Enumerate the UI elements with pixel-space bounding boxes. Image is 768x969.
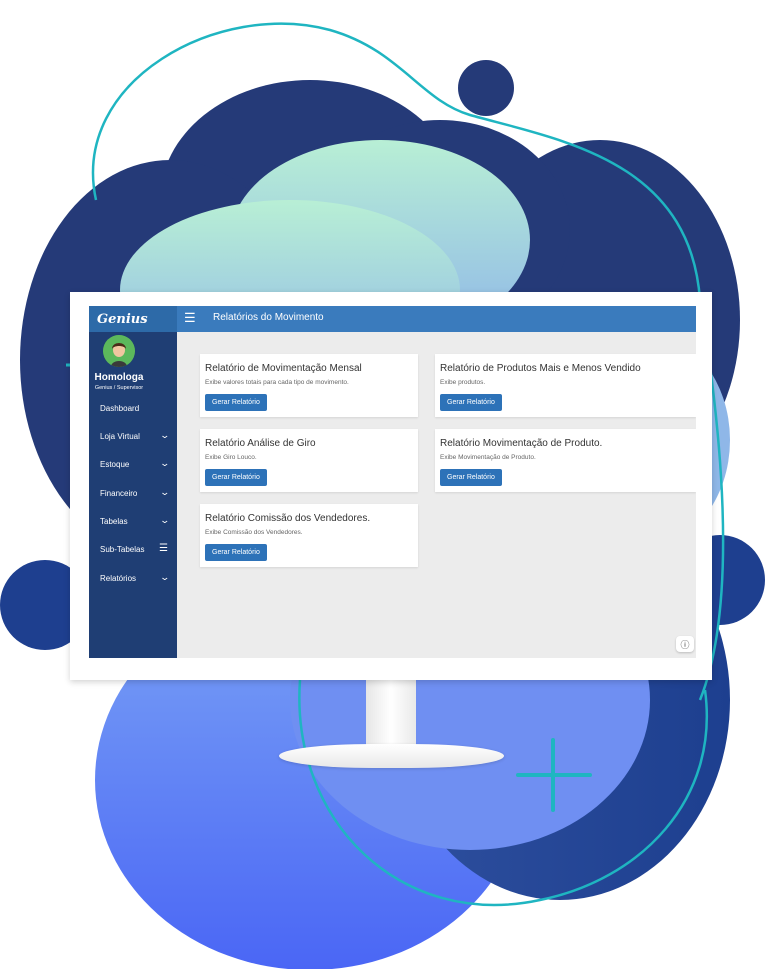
sidebar-item-label: Relatórios — [100, 574, 137, 583]
user-avatar-icon — [103, 335, 135, 367]
report-description: Exibe valores totais para cada tipo de m… — [205, 379, 349, 386]
report-card-analise-giro: Relatório Análise de Giro Exibe Giro Lou… — [200, 429, 418, 492]
report-title: Relatório Análise de Giro — [205, 438, 316, 449]
bars-icon: ☰ — [159, 543, 168, 554]
sidebar-item-label: Loja Virtual — [100, 432, 140, 441]
sidebar-item-estoque[interactable]: Estoque ⌄ — [89, 456, 177, 478]
chevron-down-icon: ⌄ — [159, 572, 171, 582]
report-description: Exibe Giro Louco. — [205, 454, 257, 461]
app-screen: Genius ☰ Relatórios do Movimento Homolog… — [89, 306, 696, 658]
avatar — [103, 335, 135, 367]
sidebar-item-label: Tabelas — [100, 517, 128, 526]
sidebar-item-tabelas[interactable]: Tabelas ⌄ — [89, 513, 177, 535]
sidebar-item-loja-virtual[interactable]: Loja Virtual ⌄ — [89, 428, 177, 450]
sidebar-item-financeiro[interactable]: Financeiro ⌄ — [89, 485, 177, 507]
logo-text: Genius — [97, 311, 148, 327]
report-description: Exibe Comissão dos Vendedores. — [205, 529, 303, 536]
user-name: Homologa — [94, 372, 144, 383]
report-title: Relatório Comissão dos Vendedores. — [205, 513, 371, 524]
report-description: Exibe Movimentação de Produto. — [440, 454, 536, 461]
report-title: Relatório de Produtos Mais e Menos Vendi… — [440, 363, 641, 374]
chevron-down-icon: ⌄ — [159, 515, 171, 525]
generate-report-button[interactable]: Gerar Relatório — [440, 394, 502, 411]
report-card-movimentacao-produto: Relatório Movimentação de Produto. Exibe… — [435, 429, 696, 492]
chevron-down-icon: ⌄ — [159, 458, 171, 468]
logo[interactable]: Genius — [89, 306, 177, 332]
sidebar-item-sub-tabelas[interactable]: Sub-Tabelas ☰ — [89, 541, 177, 563]
sidebar-item-label: Dashboard — [100, 404, 140, 413]
help-icon[interactable]: ⓘ — [676, 636, 694, 652]
page-title: Relatórios do Movimento — [213, 312, 324, 323]
report-card-movimentacao-mensal: Relatório de Movimentação Mensal Exibe v… — [200, 354, 418, 417]
monitor-stand-neck — [366, 680, 416, 750]
generate-report-button[interactable]: Gerar Relatório — [440, 469, 502, 486]
menu-toggle-icon[interactable]: ☰ — [184, 311, 198, 325]
sidebar-item-label: Estoque — [100, 460, 130, 469]
generate-report-button[interactable]: Gerar Relatório — [205, 394, 267, 411]
report-card-produtos-vendidos: Relatório de Produtos Mais e Menos Vendi… — [435, 354, 696, 417]
generate-report-button[interactable]: Gerar Relatório — [205, 469, 267, 486]
sidebar-item-label: Sub-Tabelas — [100, 545, 145, 554]
monitor-stand-base — [279, 744, 504, 768]
chevron-down-icon: ⌄ — [159, 430, 171, 440]
report-description: Exibe produtos. — [440, 379, 486, 386]
report-card-comissao-vendedores: Relatório Comissão dos Vendedores. Exibe… — [200, 504, 418, 567]
generate-report-button[interactable]: Gerar Relatório — [205, 544, 267, 561]
user-role: Genius / Supervisor — [94, 385, 144, 391]
sidebar-item-label: Financeiro — [100, 489, 138, 498]
sidebar: Homologa Genius / Supervisor Dashboard L… — [89, 332, 177, 658]
report-title: Relatório Movimentação de Produto. — [440, 438, 603, 449]
sidebar-item-dashboard[interactable]: Dashboard — [89, 400, 177, 422]
top-navbar: Genius ☰ Relatórios do Movimento — [89, 306, 696, 332]
monitor: Genius ☰ Relatórios do Movimento Homolog… — [70, 292, 712, 680]
sidebar-item-relatorios[interactable]: Relatórios ⌄ — [89, 570, 177, 592]
report-title: Relatório de Movimentação Mensal — [205, 363, 362, 374]
chevron-down-icon: ⌄ — [159, 487, 171, 497]
